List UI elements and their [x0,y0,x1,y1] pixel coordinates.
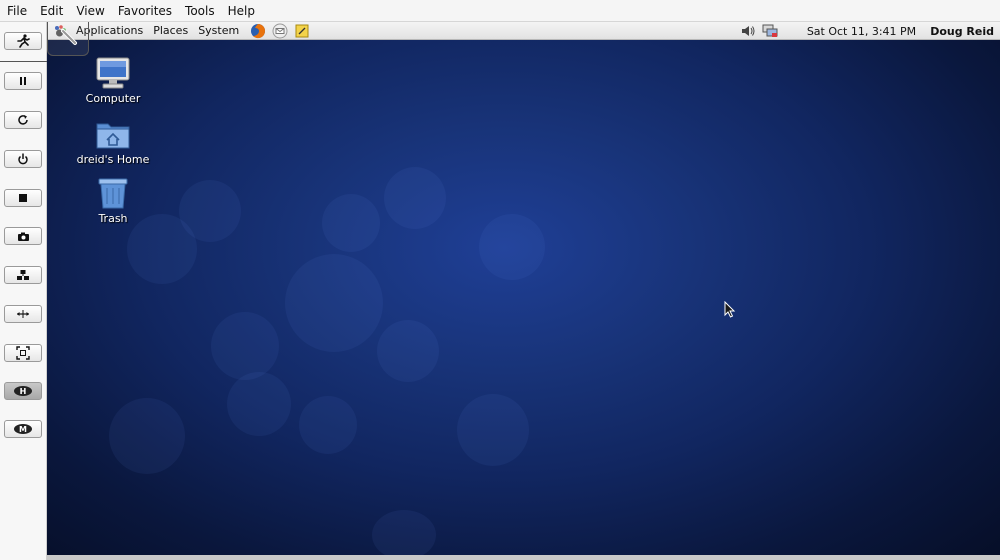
bokeh-circle [377,320,439,382]
toolbar-divider [0,61,47,62]
fullscreen-button[interactable] [4,344,42,362]
bokeh-circle [211,312,279,380]
note-editor-icon[interactable] [294,23,310,39]
panel-menu-places[interactable]: Places [148,24,193,37]
stop-icon [19,194,27,202]
menu-tools[interactable]: Tools [180,4,220,18]
bokeh-circle [299,396,357,454]
resize-button[interactable] [4,305,42,323]
stop-button[interactable] [4,189,42,207]
bokeh-circle [109,398,185,474]
menu-file[interactable]: File [2,4,32,18]
refresh-button[interactable] [4,111,42,129]
power-icon [18,153,28,165]
desktop-icon-label: Computer [85,92,141,105]
bokeh-circle [457,394,529,466]
m-icon: M [14,424,32,434]
snapshot-button[interactable] [4,227,42,245]
trash-icon [95,176,131,210]
magnifier-icon [61,29,77,45]
fullscreen-icon [16,346,30,360]
menu-help[interactable]: Help [223,4,260,18]
bokeh-circle [372,510,436,560]
pause-icon [20,77,26,85]
panel-right-area: Sat Oct 11, 3:41 PM Doug Reid [737,22,1000,40]
network-status-icon[interactable] [762,23,778,39]
power-button[interactable] [4,150,42,168]
resize-icon [17,310,29,318]
running-man-icon [17,34,30,48]
panel-clock[interactable]: Sat Oct 11, 3:41 PM [781,25,924,38]
bokeh-circle [227,372,291,436]
m-label: M [19,425,27,434]
bokeh-circle [285,254,383,352]
network-button[interactable] [4,266,42,284]
mouse-pointer-icon [724,301,736,318]
volume-icon[interactable] [740,23,756,39]
menu-view[interactable]: View [71,4,109,18]
bokeh-circle [479,214,545,280]
desktop-icon-home[interactable]: dreid's Home [63,117,163,166]
desktop-icon-label: dreid's Home [76,153,150,166]
vm-toolbar: H M [0,22,47,560]
h-button[interactable]: H [4,382,42,400]
camera-icon [17,232,29,241]
m-button[interactable]: M [4,420,42,438]
network-icon [17,270,29,280]
refresh-icon [18,115,28,125]
desktop-icon-trash[interactable]: Trash [63,176,163,225]
host-menubar: File Edit View Favorites Tools Help [0,0,1000,22]
menu-edit[interactable]: Edit [35,4,68,18]
gnome-top-panel: Applications Places System Sat Oct 11, 3… [47,22,1000,40]
vm-bottom-bar [47,555,1000,560]
vm-desktop[interactable]: Applications Places System Sat Oct 11, 3… [47,22,1000,560]
overlay-tab[interactable] [47,22,89,56]
desktop-icon-computer[interactable]: Computer [63,56,163,105]
menu-favorites[interactable]: Favorites [113,4,177,18]
desktop-icon-label: Trash [98,212,128,225]
h-label: H [20,387,27,396]
h-icon: H [14,386,32,396]
pause-button[interactable] [4,72,42,90]
panel-user-name[interactable]: Doug Reid [924,25,1000,38]
panel-menu-system[interactable]: System [193,24,244,37]
mail-client-icon[interactable] [272,23,288,39]
computer-icon [95,56,131,90]
home-folder-icon [95,117,131,151]
bokeh-circle [322,194,380,252]
firefox-icon[interactable] [250,23,266,39]
send-ctrl-alt-del-button[interactable] [4,32,42,50]
bokeh-circle [384,167,446,229]
